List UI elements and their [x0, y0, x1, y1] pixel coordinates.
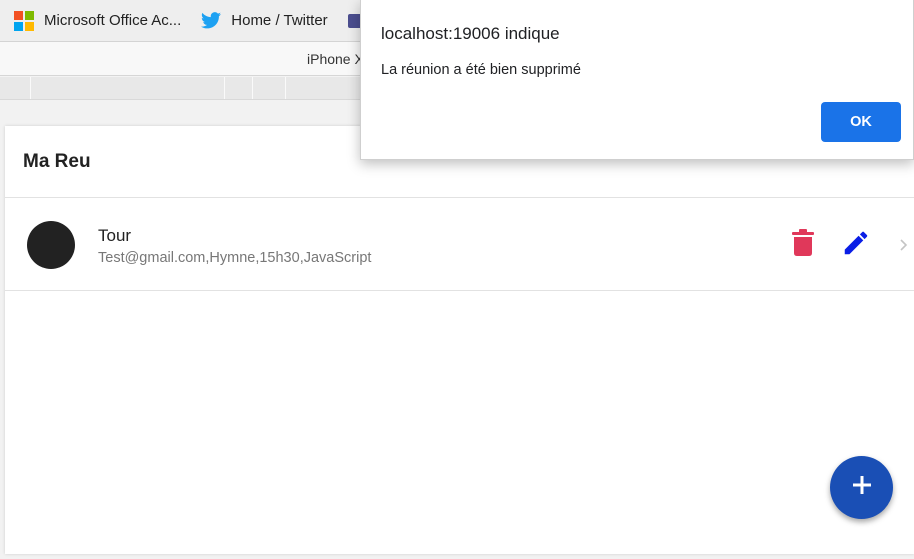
microsoft-logo-icon: [14, 10, 34, 31]
device-selector[interactable]: iPhone X: [307, 51, 364, 67]
browser-viewport: Microsoft Office Ac... Home / Twitter iP…: [0, 0, 914, 559]
ok-button[interactable]: OK: [821, 102, 901, 142]
alert-dialog: localhost:19006 indique La réunion a été…: [360, 0, 914, 160]
meeting-list-item[interactable]: Tour Test@gmail.com,Hymne,15h30,JavaScri…: [5, 198, 914, 291]
app-screen: Ma Reu Tour Test@gmail.com,Hymne,15h30,J…: [5, 126, 914, 554]
bookmark-microsoft-office[interactable]: Microsoft Office Ac...: [14, 10, 182, 31]
dialog-message: La réunion a été bien supprimé: [381, 62, 581, 78]
trash-icon: [792, 228, 814, 262]
twitter-icon: [201, 12, 222, 29]
bookmark-label: Home / Twitter: [231, 12, 328, 29]
dialog-title: localhost:19006 indique: [381, 24, 560, 43]
add-meeting-button[interactable]: [830, 456, 893, 519]
delete-button[interactable]: [789, 228, 817, 262]
chevron-right-icon: [893, 234, 913, 256]
app-title: Ma Reu: [23, 150, 91, 172]
avatar: [27, 221, 75, 269]
bookmark-label: Microsoft Office Ac...: [44, 12, 182, 29]
meeting-details: Test@gmail.com,Hymne,15h30,JavaScript: [98, 250, 372, 266]
bookmark-twitter[interactable]: Home / Twitter: [201, 12, 328, 29]
plus-icon: [851, 474, 873, 501]
pencil-icon: [841, 228, 871, 263]
meeting-title: Tour: [98, 226, 132, 245]
edit-button[interactable]: [839, 228, 873, 262]
